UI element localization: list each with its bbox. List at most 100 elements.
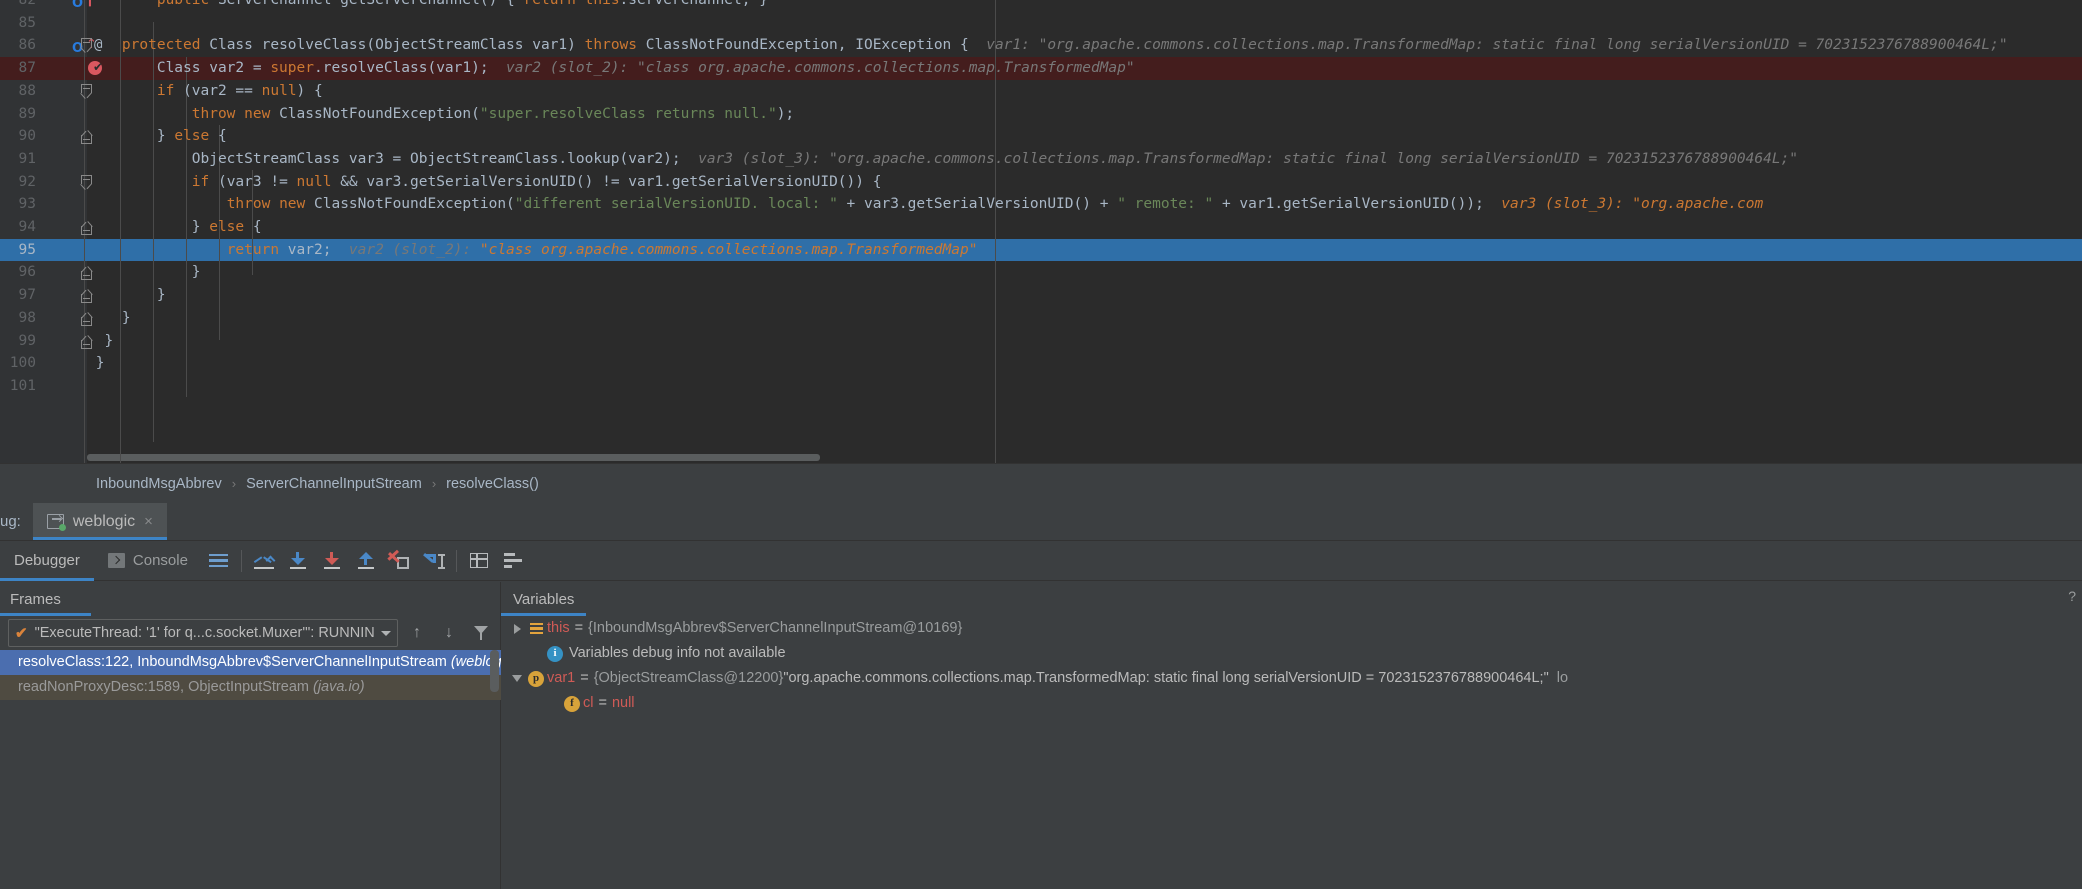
gutter-icons[interactable] (36, 148, 87, 171)
step-into-button[interactable] (281, 544, 315, 578)
fold-region-end-icon[interactable] (81, 265, 93, 281)
code-line[interactable]: 99 } (0, 330, 2082, 353)
code-editor[interactable]: 82O┃ public ServerChannel getServerChann… (0, 0, 2082, 463)
code-token: throws (584, 37, 646, 54)
code-token: { (506, 0, 524, 8)
code-line[interactable]: 100 } (0, 352, 2082, 375)
breadcrumb-item-class[interactable]: InboundMsgAbbrev (96, 476, 222, 492)
evaluate-expression-button[interactable] (462, 544, 496, 578)
code-line[interactable]: 82O┃ public ServerChannel getServerChann… (0, 0, 2082, 12)
fold-region-start-icon[interactable] (80, 38, 92, 54)
code-line[interactable]: 87 ✔ Class var2 = super.resolveClass(var1… (0, 57, 2082, 80)
thread-selector[interactable]: ✔ "ExecuteThread: '1' for q...c.socket.M… (8, 619, 398, 647)
gutter-icons[interactable] (36, 352, 87, 375)
frames-panel: Frames ✔ "ExecuteThread: '1' for q...c.s… (0, 582, 501, 889)
frames-vertical-scrollbar[interactable] (488, 650, 499, 889)
code-line[interactable]: 98 } (0, 307, 2082, 330)
close-icon[interactable]: × (144, 513, 153, 530)
code-line[interactable]: 91 ObjectStreamClass var3 = ObjectStream… (0, 148, 2082, 171)
gutter-icons[interactable] (36, 171, 92, 194)
tab-debugger[interactable]: Debugger (0, 541, 94, 581)
fold-region-end-icon[interactable] (81, 311, 93, 326)
layout-settings-button[interactable] (202, 544, 236, 578)
chevron-right-icon[interactable] (509, 623, 525, 634)
code-line[interactable]: 97 } (0, 284, 2082, 307)
code-line[interactable]: 95 return var2; var2 (slot_2): "class or… (0, 238, 2082, 262)
gutter-icons[interactable] (36, 80, 92, 103)
fold-region-start-icon[interactable] (80, 83, 92, 99)
fold-region-start-icon[interactable] (80, 174, 92, 190)
frames-filter-button[interactable] (468, 620, 494, 646)
fold-region-end-icon[interactable] (81, 288, 93, 304)
code-line[interactable]: 89 throw new ClassNotFoundException("sup… (0, 103, 2082, 126)
variables-tree[interactable]: this = {InboundMsgAbbrev$ServerChannelIn… (501, 616, 2082, 889)
gutter-icons[interactable] (36, 125, 93, 148)
code-token: { (252, 219, 262, 235)
variable-row-this[interactable]: this = {InboundMsgAbbrev$ServerChannelIn… (501, 616, 2082, 641)
fold-region-end-icon[interactable] (81, 334, 93, 349)
line-number: 90 (18, 128, 36, 145)
gutter-icons[interactable]: ✔ (36, 57, 103, 80)
gutter-icons[interactable] (36, 103, 87, 126)
frames-list[interactable]: resolveClass:122, InboundMsgAbbrev$Serve… (0, 650, 501, 889)
chevron-down-icon[interactable] (381, 630, 391, 636)
breadcrumb-item-method[interactable]: resolveClass() (446, 476, 539, 492)
variables-tab-bar: Variables ? (501, 582, 2082, 616)
gutter-icons[interactable] (36, 216, 93, 239)
gutter-icons[interactable]: O┃ (36, 0, 94, 12)
gutter-icons[interactable] (36, 330, 93, 353)
gutter-icons[interactable] (36, 239, 87, 262)
editor-hscroll-thumb[interactable] (87, 454, 820, 461)
line-number: 100 (9, 355, 36, 372)
chevron-down-icon[interactable] (509, 675, 525, 682)
step-out-button[interactable] (349, 544, 383, 578)
code-token: .resolveClass(var1); (313, 60, 489, 77)
step-over-button[interactable] (247, 544, 281, 578)
variable-row-cl[interactable]: f cl = null (501, 691, 2082, 716)
gutter-icons[interactable] (36, 12, 87, 35)
code-line[interactable]: 86 O ↑ @ protected Class resolveClass(Objec… (0, 34, 2082, 57)
code-line[interactable]: 94 } else { (0, 216, 2082, 239)
gutter-icons[interactable] (36, 307, 93, 330)
fold-region-end-icon[interactable] (81, 220, 93, 235)
breadcrumb-item-inner-class[interactable]: ServerChannelInputStream (246, 476, 422, 492)
code-line[interactable]: 96 } (0, 261, 2082, 284)
force-step-into-icon (323, 552, 341, 569)
tab-frames[interactable]: Frames (0, 582, 91, 616)
settings-button[interactable] (496, 544, 530, 578)
frame-list-item[interactable]: resolveClass:122, InboundMsgAbbrev$Serve… (0, 650, 501, 675)
code-line[interactable]: 92 if (var3 != null && var3.getSerialVer… (0, 171, 2082, 194)
help-icon[interactable]: ? (2068, 588, 2076, 604)
frames-up-button[interactable]: ↑ (404, 620, 430, 646)
variable-row-var1[interactable]: p var1 = {ObjectStreamClass@12200} "org.… (501, 666, 2082, 691)
frames-vscroll-thumb[interactable] (490, 650, 499, 692)
step-over-icon (253, 552, 276, 569)
code-line[interactable]: 90 } else { (0, 125, 2082, 148)
gutter-icons[interactable] (36, 193, 87, 216)
frame-list-item[interactable]: readNonProxyDesc:1589, ObjectInputStream… (0, 675, 501, 700)
tab-console-label: Console (132, 552, 188, 569)
code-token: (var2 == (183, 82, 262, 99)
variable-value-string: "org.apache.commons.collections.map.Tran… (783, 670, 1549, 686)
code-line[interactable]: 88 if (var2 == null) { (0, 80, 2082, 103)
line-number: 86 (18, 37, 36, 54)
force-step-into-button[interactable] (315, 544, 349, 578)
run-to-cursor-button[interactable] (417, 544, 451, 578)
gutter-icons[interactable] (36, 284, 93, 307)
code-line[interactable]: 93 throw new ClassNotFoundException("dif… (0, 193, 2082, 216)
drop-frame-button[interactable] (383, 544, 417, 578)
code-line[interactable]: 101 (0, 375, 2082, 398)
this-icon (525, 622, 547, 635)
editor-horizontal-scrollbar[interactable] (87, 453, 2082, 462)
tab-weblogic[interactable]: weblogic × (32, 503, 167, 540)
frames-down-button[interactable]: ↓ (436, 620, 462, 646)
gutter-icons[interactable] (36, 261, 93, 284)
code-line-text: throw new ClassNotFoundException("super.… (87, 103, 794, 126)
tab-variables[interactable]: Variables (501, 582, 587, 616)
fold-region-end-icon[interactable] (81, 129, 93, 145)
gutter-icons[interactable] (36, 375, 87, 398)
overriding-method-icon[interactable]: O (72, 0, 87, 11)
gutter-icons[interactable]: O ↑ @ (36, 34, 102, 57)
code-line[interactable]: 85 (0, 12, 2082, 35)
tab-console[interactable]: Console (94, 541, 202, 581)
